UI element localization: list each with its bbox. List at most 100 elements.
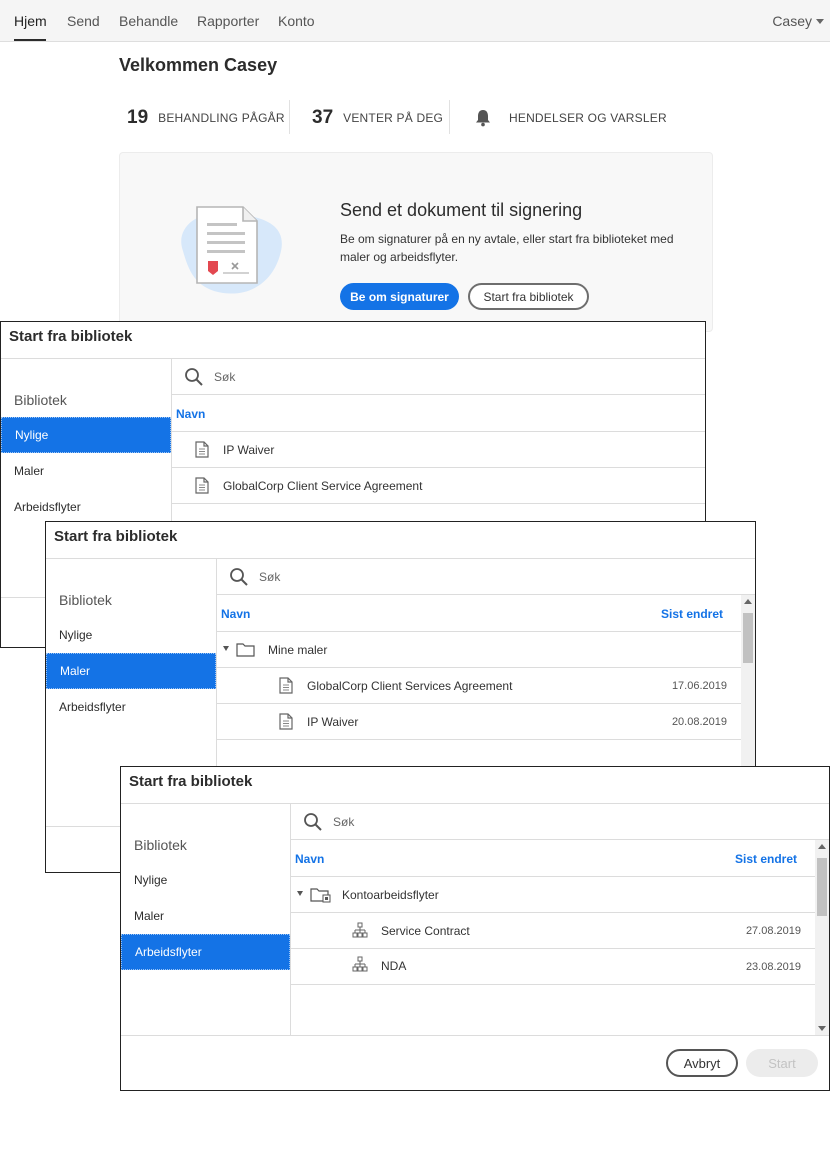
search-bar[interactable]: Søk <box>291 804 829 840</box>
column-header-modified[interactable]: Sist endret <box>661 607 723 621</box>
search-bar[interactable]: Søk <box>217 559 755 595</box>
stat-count: 19 <box>127 107 149 128</box>
start-from-library-button[interactable]: Start fra bibliotek <box>468 283 589 310</box>
sidebar-item-workflows[interactable]: Arbeidsflyter <box>121 934 290 970</box>
sidebar-item-recent[interactable]: Nylige <box>121 862 290 898</box>
sidebar-heading: Bibliotek <box>59 592 112 608</box>
table-row[interactable]: IP Waiver <box>172 432 705 468</box>
row-name: NDA <box>381 959 407 973</box>
column-header-modified[interactable]: Sist endret <box>735 852 797 866</box>
stat-label: HENDELSER OG VARSLER <box>509 111 667 125</box>
search-placeholder: Søk <box>333 815 355 829</box>
nav-tab-account[interactable]: Konto <box>278 13 315 29</box>
cancel-button[interactable]: Avbryt <box>666 1049 738 1077</box>
sidebar-item-recent[interactable]: Nylige <box>1 417 171 453</box>
row-date: 23.08.2019 <box>745 961 801 973</box>
chevron-down-icon <box>816 18 824 24</box>
document-icon <box>279 677 293 694</box>
search-icon <box>230 568 248 586</box>
search-placeholder: Søk <box>259 570 281 584</box>
document-icon <box>279 713 293 730</box>
vertical-scrollbar[interactable] <box>815 840 829 1035</box>
scrollbar-thumb[interactable] <box>743 613 753 663</box>
folder-icon <box>236 643 255 657</box>
sidebar-item-workflows[interactable]: Arbeidsflyter <box>1 489 171 525</box>
stat-count: 37 <box>312 107 334 128</box>
scroll-up-icon[interactable] <box>744 599 752 604</box>
sidebar-item-templates[interactable]: Maler <box>1 453 171 489</box>
table-row[interactable]: NDA 23.08.2019 <box>291 949 815 985</box>
dialog-title: Start fra bibliotek <box>9 328 133 345</box>
column-header-name[interactable]: Navn <box>295 852 324 866</box>
card-title: Send et dokument til signering <box>340 200 583 220</box>
dialog-body: Bibliotek Nylige Maler Arbeidsflyter Søk… <box>121 803 829 1035</box>
folder-name: Kontoarbeidsflyter <box>342 888 439 902</box>
document-illustration-icon <box>181 206 282 294</box>
request-signatures-button[interactable]: Be om signaturer <box>340 283 459 310</box>
folder-row[interactable]: Kontoarbeidsflyter <box>291 877 815 913</box>
stat-label: VENTER PÅ DEG <box>343 111 444 125</box>
active-tab-indicator <box>14 39 46 41</box>
workflow-icon <box>352 956 368 972</box>
shared-folder-icon <box>310 888 331 903</box>
search-bar[interactable]: Søk <box>172 359 705 395</box>
row-name: Service Contract <box>381 924 470 938</box>
row-date: 27.08.2019 <box>745 925 801 937</box>
column-header-name[interactable]: Navn <box>176 407 205 421</box>
scroll-down-icon[interactable] <box>818 1026 826 1031</box>
dialog-title: Start fra bibliotek <box>129 773 253 790</box>
table-row[interactable]: IP Waiver 20.08.2019 <box>217 704 741 740</box>
document-icon <box>195 477 209 494</box>
table-row[interactable]: GlobalCorp Client Services Agreement 17.… <box>217 668 741 704</box>
document-icon <box>195 441 209 458</box>
send-document-card: Send et dokument til signering Be om sig… <box>119 152 713 332</box>
user-menu[interactable]: Casey <box>772 13 824 29</box>
page-title: Velkommen Casey <box>119 55 278 75</box>
sidebar-heading: Bibliotek <box>14 392 67 408</box>
table-row[interactable]: Service Contract 27.08.2019 <box>291 913 815 949</box>
top-navigation: Hjem Send Behandle Rapporter Konto Casey <box>0 0 830 42</box>
folder-name: Mine maler <box>268 643 328 657</box>
divider <box>289 100 290 134</box>
start-button[interactable]: Start <box>746 1049 818 1077</box>
card-description: Be om signaturer på en ny avtale, eller … <box>340 232 674 264</box>
dialog-footer: Avbryt Start <box>121 1035 829 1090</box>
folder-row[interactable]: Mine maler <box>217 632 741 668</box>
stat-label: BEHANDLING PÅGÅR <box>158 111 285 125</box>
expand-triangle-icon[interactable] <box>297 891 303 896</box>
bell-icon <box>476 110 490 127</box>
row-name: GlobalCorp Client Services Agreement <box>307 679 513 693</box>
nav-tab-home[interactable]: Hjem <box>14 13 47 29</box>
library-sidebar: Bibliotek Nylige Maler Arbeidsflyter <box>121 804 291 1035</box>
stat-in-progress[interactable]: 19 BEHANDLING PÅGÅR <box>127 106 285 130</box>
search-icon <box>185 368 203 386</box>
row-name: IP Waiver <box>223 443 275 457</box>
sidebar-item-templates[interactable]: Maler <box>46 653 216 689</box>
search-placeholder: Søk <box>214 370 236 384</box>
workflow-icon <box>352 922 368 938</box>
search-icon <box>304 813 322 831</box>
divider <box>449 100 450 134</box>
scroll-up-icon[interactable] <box>818 844 826 849</box>
column-header-name[interactable]: Navn <box>221 607 250 621</box>
row-date: 17.06.2019 <box>671 680 727 692</box>
row-name: GlobalCorp Client Service Agreement <box>223 479 423 493</box>
library-dialog-workflows: Start fra bibliotek Bibliotek Nylige Mal… <box>120 766 830 1091</box>
table-row[interactable]: GlobalCorp Client Service Agreement <box>172 468 705 504</box>
stat-waiting-for-you[interactable]: 37 VENTER PÅ DEG <box>312 106 443 130</box>
dialog-title: Start fra bibliotek <box>54 528 178 545</box>
library-list: Søk Navn Sist endret Kontoarbeidsflyter <box>291 804 829 1035</box>
nav-tab-manage[interactable]: Behandle <box>119 13 178 29</box>
sidebar-item-workflows[interactable]: Arbeidsflyter <box>46 689 216 725</box>
sidebar-item-recent[interactable]: Nylige <box>46 617 216 653</box>
sidebar-item-templates[interactable]: Maler <box>121 898 290 934</box>
nav-tab-send[interactable]: Send <box>67 13 100 29</box>
stat-events-alerts[interactable]: HENDELSER OG VARSLER <box>475 106 667 130</box>
scrollbar-thumb[interactable] <box>817 858 827 916</box>
sidebar-heading: Bibliotek <box>134 837 187 853</box>
row-date: 20.08.2019 <box>671 716 727 728</box>
column-header-row: Navn Sist endret <box>217 595 741 632</box>
user-name: Casey <box>772 13 812 29</box>
expand-triangle-icon[interactable] <box>223 646 229 651</box>
nav-tab-reports[interactable]: Rapporter <box>197 13 259 29</box>
